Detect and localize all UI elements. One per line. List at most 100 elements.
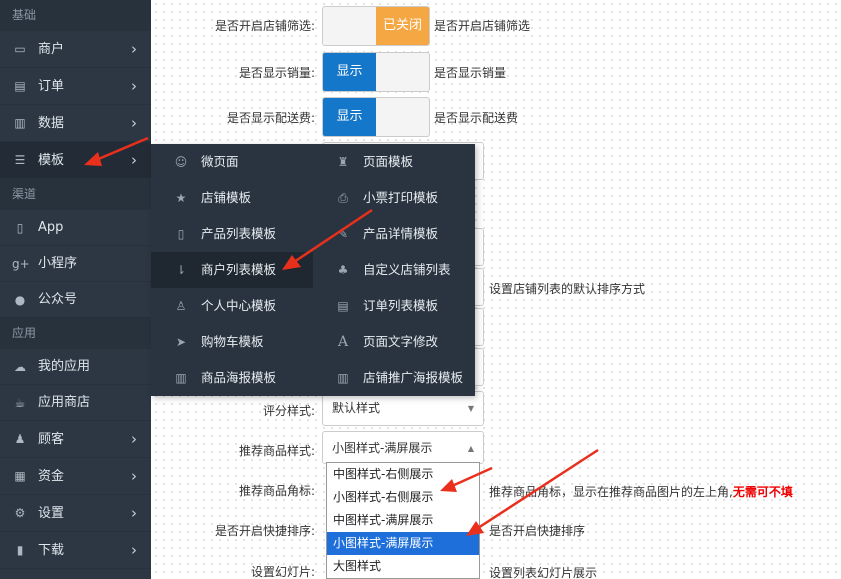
- sidebar-item-template[interactable]: ☰ 模板 ›: [0, 142, 151, 179]
- dropdown-option[interactable]: 大图样式: [327, 555, 479, 578]
- menu-item-store-promo-poster-template[interactable]: ▥ 店铺推广海报模板: [313, 360, 475, 396]
- sidebar-item-customer[interactable]: ♟ 顾客 ›: [0, 421, 151, 458]
- store-filter-help: 是否开启店铺筛选: [434, 19, 531, 33]
- sidebar-item-app[interactable]: ▯ App: [0, 210, 151, 246]
- sidebar-item-label: 小程序: [38, 256, 78, 271]
- menu-item-label: 购物车模板: [201, 334, 264, 349]
- menu-item-micro-page[interactable]: ☺ 微页面: [151, 144, 313, 180]
- toggle-on-state: 显示: [323, 53, 376, 91]
- grid-list-icon: ☰: [14, 153, 26, 167]
- chevron-right-icon: ›: [131, 467, 137, 485]
- bar-chart-icon: ▥: [14, 116, 26, 130]
- menu-item-product-detail-template[interactable]: ✎ 产品详情模板: [313, 216, 475, 252]
- sort-icon: ⇂: [175, 263, 187, 277]
- chevron-right-icon: ›: [131, 430, 137, 448]
- caret-down-icon: ▼: [467, 404, 474, 413]
- rating-style-select[interactable]: 默认样式 ▼: [322, 391, 484, 426]
- print-icon: ⎙: [338, 191, 348, 205]
- dropdown-option[interactable]: 中图样式-满屏展示: [327, 509, 479, 532]
- menu-item-user-center-template[interactable]: ♙ 个人中心模板: [151, 288, 313, 324]
- recommend-corner-help-note: 无需可不填: [732, 485, 793, 499]
- dropdown-option-selected[interactable]: 小图样式-满屏展示: [327, 532, 479, 555]
- chevron-right-icon: ›: [131, 151, 137, 169]
- sidebar-item-download[interactable]: ▮ 下载 ›: [0, 532, 151, 569]
- menu-item-page-text-edit[interactable]: A 页面文字修改: [313, 324, 475, 360]
- show-sales-label: 是否显示销量:: [238, 66, 315, 80]
- show-sales-toggle[interactable]: 显示: [322, 52, 430, 92]
- recommend-style-dropdown: 中图样式-右侧展示 小图样式-右侧展示 中图样式-满屏展示 小图样式-满屏展示 …: [326, 462, 480, 579]
- gear-icon: ⚙: [14, 506, 26, 520]
- sidebar-item-label: 公众号: [38, 292, 78, 307]
- recommend-style-value: 小图样式-满屏展示: [332, 441, 433, 455]
- menu-item-label: 产品列表模板: [201, 226, 277, 241]
- menu-item-label: 页面模板: [363, 154, 414, 169]
- rating-style-value: 默认样式: [332, 401, 381, 415]
- sidebar-item-my-apps[interactable]: ☁ 我的应用: [0, 349, 151, 385]
- pencil-icon: ✎: [337, 227, 349, 241]
- menu-item-page-template[interactable]: ♜ 页面模板: [313, 144, 475, 180]
- menu-item-label: 自定义店铺列表: [363, 262, 451, 277]
- store-filter-toggle[interactable]: 已关闭: [322, 6, 430, 46]
- sidebar-item-official-account[interactable]: ● 公众号: [0, 282, 151, 318]
- sidebar-item-label: 顾客: [38, 432, 65, 447]
- sidebar-item-order[interactable]: ▤ 订单 ›: [0, 68, 151, 105]
- slideshow-label: 设置幻灯片:: [250, 565, 315, 579]
- menu-item-receipt-print-template[interactable]: ⎙ 小票打印模板: [313, 180, 475, 216]
- dropdown-option[interactable]: 小图样式-右侧展示: [327, 486, 479, 509]
- menu-item-order-list-template[interactable]: ▤ 订单列表模板: [313, 288, 475, 324]
- list-icon: ▤: [14, 79, 26, 93]
- dropdown-option[interactable]: 中图样式-右侧展示: [327, 463, 479, 486]
- list-icon: ▤: [337, 299, 349, 313]
- user-icon: ♙: [175, 299, 187, 313]
- slideshow-help: 设置列表幻灯片展示: [489, 566, 598, 579]
- menu-item-label: 店铺模板: [201, 190, 252, 205]
- sidebar-item-funds[interactable]: ▦ 资金 ›: [0, 458, 151, 495]
- cloud-icon: ☁: [14, 360, 26, 374]
- laptop-icon: ▭: [14, 42, 26, 56]
- menu-item-cart-template[interactable]: ➤ 购物车模板: [151, 324, 313, 360]
- show-delivery-label: 是否显示配送费:: [226, 111, 315, 125]
- chevron-right-icon: ›: [131, 77, 137, 95]
- template-flyout-menu: ☺ 微页面 ♜ 页面模板 ★ 店铺模板 ⎙ 小票打印模板 ▯ 产品列表模板 ✎ 产品详情模板…: [151, 144, 475, 396]
- menu-item-store-template[interactable]: ★ 店铺模板: [151, 180, 313, 216]
- menu-item-label: 商户列表模板: [201, 262, 277, 277]
- sidebar-item-merchant[interactable]: ▭ 商户 ›: [0, 31, 151, 68]
- sitemap-icon: ♣: [337, 263, 349, 277]
- bar-chart-icon: ▥: [337, 371, 349, 385]
- menu-item-merchant-list-template[interactable]: ⇂ 商户列表模板: [151, 252, 313, 288]
- menu-item-label: 微页面: [201, 154, 239, 169]
- chevron-right-icon: ›: [131, 40, 137, 58]
- store-filter-label: 是否开启店铺筛选:: [214, 19, 315, 33]
- chat-icon: ●: [14, 293, 26, 307]
- menu-item-label: 产品详情模板: [363, 226, 439, 241]
- sidebar-item-label: App: [38, 220, 64, 235]
- menu-item-product-list-template[interactable]: ▯ 产品列表模板: [151, 216, 313, 252]
- sidebar-item-data[interactable]: ▥ 数据 ›: [0, 105, 151, 142]
- sidebar-item-label: 商户: [38, 42, 65, 57]
- chevron-right-icon: ›: [131, 114, 137, 132]
- mobile-icon: ▯: [16, 221, 24, 235]
- menu-item-custom-store-list[interactable]: ♣ 自定义店铺列表: [313, 252, 475, 288]
- font-icon: A: [337, 334, 349, 350]
- show-delivery-toggle[interactable]: 显示: [322, 97, 430, 137]
- sidebar-item-label: 订单: [38, 79, 65, 94]
- mobile-icon: ▯: [177, 227, 185, 241]
- recommend-corner-help: 推荐商品角标，显示在推荐商品图片的左上角,无需可不填: [489, 483, 793, 500]
- sidebar-item-app-store[interactable]: ☕ 应用商店: [0, 385, 151, 421]
- toggle-off-state: 已关闭: [376, 7, 429, 45]
- menu-item-label: 订单列表模板: [363, 298, 439, 313]
- sidebar-item-label: 设置: [38, 506, 65, 521]
- toggle-on-state: 显示: [323, 98, 376, 136]
- sidebar-item-miniprogram[interactable]: g+ 小程序: [0, 246, 151, 282]
- recommend-style-select[interactable]: 小图样式-满屏展示 ▲: [322, 431, 484, 464]
- sidebar-item-label: 我的应用: [38, 359, 91, 374]
- sidebar-item-label: 应用商店: [38, 395, 91, 410]
- recommend-corner-label: 推荐商品角标:: [238, 484, 315, 498]
- sidebar-item-settings[interactable]: ⚙ 设置 ›: [0, 495, 151, 532]
- show-delivery-help: 是否显示配送费: [434, 111, 519, 125]
- sidebar-item-label: 资金: [38, 469, 65, 484]
- qrcode-icon: ▦: [14, 469, 26, 483]
- menu-item-product-poster-template[interactable]: ▥ 商品海报模板: [151, 360, 313, 396]
- menu-item-label: 商品海报模板: [201, 370, 277, 385]
- menu-item-label: 店铺推广海报模板: [363, 370, 464, 385]
